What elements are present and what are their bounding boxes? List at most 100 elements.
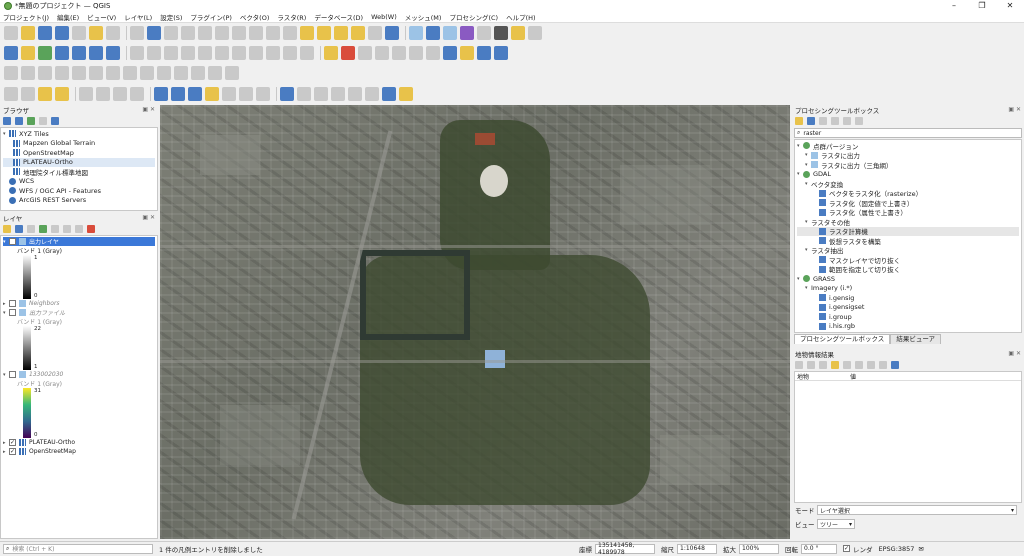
- pan-to-selection-icon[interactable]: [147, 26, 161, 40]
- collapse-all-icon[interactable]: [39, 117, 47, 125]
- measure-icon[interactable]: [494, 26, 508, 40]
- browser-item-arcgis[interactable]: ArcGIS REST Servers: [3, 196, 155, 206]
- redo-icon[interactable]: [300, 46, 314, 60]
- menu-settings[interactable]: 設定(S): [160, 12, 182, 22]
- add-vector-layer-icon[interactable]: [38, 46, 52, 60]
- offset-curve-icon[interactable]: [38, 66, 52, 80]
- processing-tree-item[interactable]: ▾ ラスタ抽出: [797, 246, 1019, 255]
- diagram-icon[interactable]: [426, 46, 440, 60]
- menu-help[interactable]: ヘルプ(H): [506, 12, 535, 22]
- split-feature-icon[interactable]: [55, 66, 69, 80]
- bookmark-icon[interactable]: [334, 26, 348, 40]
- undo-icon[interactable]: [283, 46, 297, 60]
- menu-vector[interactable]: ベクタ(O): [240, 12, 269, 22]
- layer-row-plateau[interactable]: ▸ ✓ PLATEAU-Ortho: [3, 438, 155, 447]
- delete-part-icon[interactable]: [191, 66, 205, 80]
- processing-tree-item[interactable]: i.group: [797, 312, 1019, 322]
- open-project-icon[interactable]: [21, 26, 35, 40]
- paste-icon[interactable]: [266, 46, 280, 60]
- menu-edit[interactable]: 編集(E): [57, 12, 79, 22]
- settings-gear-icon[interactable]: [443, 26, 457, 40]
- move-feature-icon[interactable]: [198, 46, 212, 60]
- add-wms-layer-icon[interactable]: [89, 46, 103, 60]
- processing-tree-item[interactable]: ▾ ラスタその他: [797, 217, 1019, 227]
- layer-row-output-file[interactable]: ▾ 出力ファイル: [3, 308, 155, 317]
- new-layer-icon[interactable]: [21, 46, 35, 60]
- processing-tree-item[interactable]: ▾ 点群パージョン: [797, 141, 1019, 151]
- style-icon[interactable]: [3, 225, 11, 233]
- statistics-sigma-icon[interactable]: [460, 26, 474, 40]
- mesh-reindex-icon[interactable]: [348, 87, 362, 101]
- new-project-icon[interactable]: [4, 26, 18, 40]
- model-icon[interactable]: [795, 117, 803, 125]
- layer-row-neighbors[interactable]: ▸ Neighbors: [3, 299, 155, 308]
- georeferencer-icon[interactable]: [494, 46, 508, 60]
- expand-new-icon[interactable]: [819, 361, 827, 369]
- new-3d-view-icon[interactable]: [317, 26, 331, 40]
- panel-close-icon[interactable]: ▣ ✕: [142, 214, 155, 221]
- select-by-expression-icon[interactable]: [38, 87, 52, 101]
- line-annotation-icon[interactable]: [222, 87, 236, 101]
- mode-select[interactable]: レイヤ選択 ▾: [817, 505, 1017, 515]
- menu-database[interactable]: データベース(D): [314, 12, 363, 22]
- mesh-select-icon[interactable]: [314, 87, 328, 101]
- tab-results-viewer[interactable]: 結果ビューア: [890, 334, 942, 344]
- zoom-native-icon[interactable]: [249, 26, 263, 40]
- collapse-icon[interactable]: [807, 361, 815, 369]
- label-rotate-icon[interactable]: [392, 46, 406, 60]
- tab-toolbox[interactable]: プロセシングツールボックス: [794, 334, 891, 344]
- info-icon[interactable]: [382, 87, 396, 101]
- menu-view[interactable]: ビュー(V): [87, 12, 116, 22]
- layer-checkbox[interactable]: ✓: [9, 238, 16, 245]
- zoom-in-icon[interactable]: [164, 26, 178, 40]
- mesh-force-icon[interactable]: [365, 87, 379, 101]
- coord-field[interactable]: 135141458, 4189978: [595, 542, 655, 556]
- copy-icon[interactable]: [843, 361, 851, 369]
- add-part-icon[interactable]: [140, 66, 154, 80]
- browser-item-gsi[interactable]: 地理院タイル標準地図: [3, 167, 155, 177]
- menu-mesh[interactable]: メッシュ(M): [405, 12, 442, 22]
- label-icon[interactable]: [324, 46, 338, 60]
- temporal-icon[interactable]: [368, 26, 382, 40]
- menu-project[interactable]: プロジェクト(J): [3, 12, 49, 22]
- layout-icon[interactable]: [72, 26, 86, 40]
- vertex-tool-icon[interactable]: [181, 46, 195, 60]
- save-as-icon[interactable]: [55, 26, 69, 40]
- processing-tree-item[interactable]: i.gensigset: [797, 303, 1019, 313]
- annotation-icon[interactable]: [511, 26, 525, 40]
- zoom-next-icon[interactable]: [283, 26, 297, 40]
- processing-tree-item[interactable]: 範囲を指定して切り抜く: [797, 265, 1019, 274]
- layer-checkbox[interactable]: [9, 300, 16, 307]
- browser-info-icon[interactable]: [51, 117, 59, 125]
- help-icon[interactable]: [891, 361, 899, 369]
- browser-item-terrain[interactable]: Mapzen Global Terrain: [3, 139, 155, 149]
- panel-close-icon[interactable]: ▣ ✕: [1008, 106, 1021, 113]
- processing-tree-item[interactable]: ラスタ計算機: [797, 226, 1019, 236]
- layer-checkbox[interactable]: [9, 371, 16, 378]
- crs-button[interactable]: EPSG:3857: [879, 545, 915, 553]
- browser-refresh-icon[interactable]: [15, 117, 23, 125]
- select-icon[interactable]: [4, 87, 18, 101]
- python-console-icon[interactable]: [443, 46, 457, 60]
- text-along-line-icon[interactable]: [239, 87, 253, 101]
- processing-options-icon[interactable]: [855, 117, 863, 125]
- collapse-all-icon[interactable]: [75, 225, 83, 233]
- mesh-digitize-icon[interactable]: [297, 87, 311, 101]
- browser-item-osm[interactable]: OpenStreetMap: [3, 148, 155, 158]
- add-selected-icon[interactable]: [3, 117, 11, 125]
- node-annotation-icon[interactable]: [188, 87, 202, 101]
- expression-filter-icon[interactable]: [51, 225, 59, 233]
- plugin-book-icon[interactable]: [477, 46, 491, 60]
- minimize-icon[interactable]: –: [940, 0, 968, 12]
- processing-tree-item[interactable]: i.his.rgb: [797, 322, 1019, 332]
- attribute-table-icon[interactable]: [477, 26, 491, 40]
- layer-row-osm[interactable]: ▸ ✓ OpenStreetMap: [3, 447, 155, 456]
- zoom-full-icon[interactable]: [198, 26, 212, 40]
- model-builder-icon[interactable]: [113, 87, 127, 101]
- label-show-icon[interactable]: [358, 46, 372, 60]
- trim-extend-icon[interactable]: [225, 66, 239, 80]
- render-checkbox[interactable]: ✓: [843, 545, 850, 552]
- menu-processing[interactable]: プロセシング(C): [449, 12, 498, 22]
- split-parts-icon[interactable]: [208, 66, 222, 80]
- text-annotation-icon[interactable]: [154, 87, 168, 101]
